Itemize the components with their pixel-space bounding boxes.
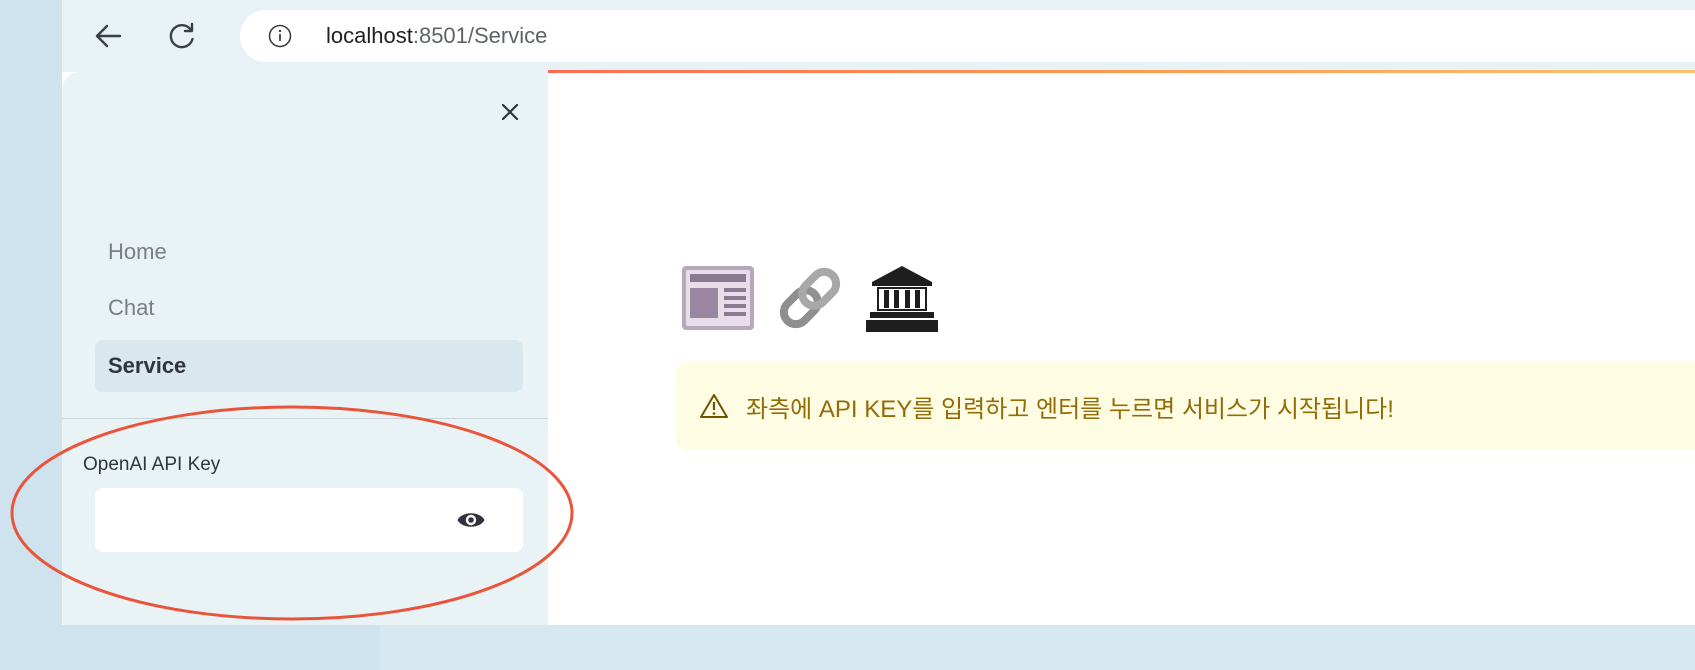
address-bar[interactable]: localhost:8501/Service: [240, 10, 1695, 62]
sidebar-item-label: Chat: [108, 295, 155, 320]
sidebar-item-chat[interactable]: Chat: [95, 282, 523, 334]
link-icon: [779, 267, 841, 329]
sidebar-item-service[interactable]: Service: [95, 340, 523, 392]
sidebar: Home Chat Service OpenAI API Key: [62, 72, 548, 625]
url-text[interactable]: localhost:8501/Service: [326, 23, 547, 49]
newspaper-icon: [682, 266, 754, 330]
show-password-button[interactable]: [455, 506, 487, 534]
header-accent-line: [548, 70, 1695, 73]
sidebar-item-home[interactable]: Home: [95, 226, 523, 278]
warning-alert: 좌측에 API KEY를 입력하고 엔터를 누르면 서비스가 시작됩니다!: [676, 362, 1695, 450]
sidebar-item-label: Service: [108, 353, 187, 378]
emoji-row: [680, 262, 940, 334]
reload-button[interactable]: [166, 20, 198, 52]
back-button[interactable]: [92, 20, 124, 52]
sidebar-item-label: Home: [108, 239, 167, 264]
reload-icon: [169, 22, 194, 49]
info-icon[interactable]: [268, 24, 292, 48]
bank-icon: [866, 266, 938, 332]
warning-text: 좌측에 API KEY를 입력하고 엔터를 누르면 서비스가 시작됩니다!: [746, 395, 1394, 423]
browser-window: localhost:8501/Service Home Chat Service…: [62, 0, 1695, 625]
arrow-left-icon: [95, 24, 122, 48]
url-path: :8501/Service: [412, 23, 548, 48]
api-key-input[interactable]: [109, 500, 439, 540]
eye-icon: [457, 513, 485, 527]
api-key-label: OpenAI API Key: [83, 454, 221, 475]
browser-toolbar: localhost:8501/Service: [62, 0, 1695, 72]
url-host: localhost: [326, 23, 413, 48]
close-sidebar-button[interactable]: [494, 96, 526, 128]
sidebar-divider: [62, 418, 548, 419]
warning-icon: [700, 394, 728, 418]
api-key-field: [95, 488, 523, 552]
close-icon: [501, 103, 519, 121]
